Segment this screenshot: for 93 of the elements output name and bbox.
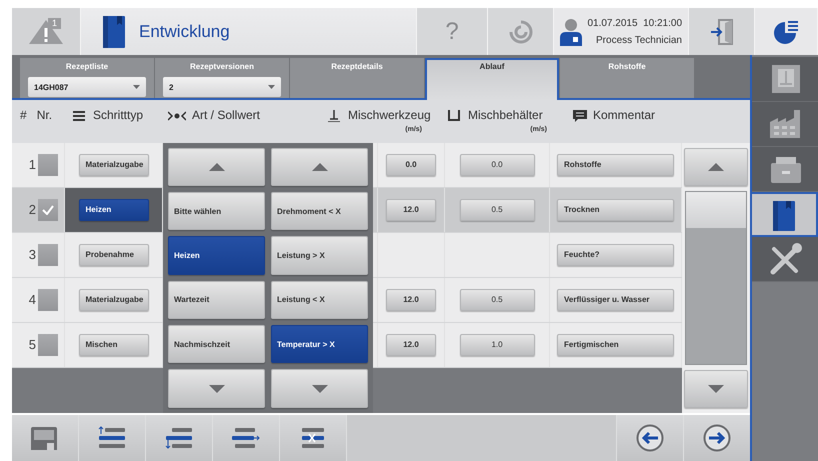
option-button[interactable]: Leistung < X xyxy=(271,280,368,320)
tab[interactable]: Ablauf xyxy=(425,58,559,100)
column-header: Mischwerkzeug xyxy=(348,108,431,122)
comment-field[interactable]: Rohstoffe xyxy=(557,154,674,176)
comment-field[interactable]: Verflüssiger u. Wasser xyxy=(557,288,674,311)
insert-below-icon xyxy=(164,426,194,450)
insert-above-icon xyxy=(97,426,127,450)
row-number: 1 xyxy=(28,157,36,172)
down-arrow-icon xyxy=(312,384,328,393)
type-icon xyxy=(73,110,87,122)
step-type-button[interactable]: Materialzugabe xyxy=(78,288,148,311)
column-header: Mischbehälter xyxy=(468,108,543,122)
up-arrow-icon xyxy=(312,162,328,171)
row-number: 4 xyxy=(28,292,36,308)
row-number: 5 xyxy=(28,337,36,352)
dropdown[interactable]: 2 xyxy=(163,77,281,97)
tab[interactable]: Rezeptversionen 2 xyxy=(155,58,289,98)
comment-icon xyxy=(573,110,587,122)
tool-speed-field[interactable]: 12.0 xyxy=(386,198,436,221)
column-header: Nr. xyxy=(36,108,52,122)
step-type-button[interactable]: Heizen xyxy=(78,198,148,221)
step-type-button[interactable]: Materialzugabe xyxy=(78,154,148,176)
option-button[interactable]: Bitte wählen xyxy=(168,192,265,230)
column-header: Schritttyp xyxy=(93,108,144,122)
nav-item[interactable] xyxy=(752,57,818,102)
scroll-up-button[interactable] xyxy=(168,148,265,186)
checkbox[interactable] xyxy=(38,154,58,176)
user-role: Process Technician xyxy=(596,34,682,46)
back-button[interactable] xyxy=(616,415,683,461)
row-number: 3 xyxy=(28,247,36,262)
save-icon xyxy=(30,426,60,450)
checkbox[interactable] xyxy=(38,244,58,266)
scroll-up-button[interactable] xyxy=(684,148,748,186)
insert-above-button[interactable] xyxy=(79,415,146,461)
move-right-icon xyxy=(231,426,261,450)
forward-button[interactable] xyxy=(683,415,750,461)
row-number: 2 xyxy=(28,202,36,218)
scrollbar-thumb[interactable] xyxy=(686,192,746,228)
tab[interactable]: Rezeptliste 14GH087 xyxy=(20,58,154,98)
column-header: Kommentar xyxy=(593,108,656,122)
tools-icon xyxy=(768,243,802,275)
caret-icon xyxy=(268,85,275,89)
vessel-speed-field[interactable]: 0.5 xyxy=(460,198,534,221)
hash-symbol: # xyxy=(20,108,27,122)
factory-icon xyxy=(768,108,802,140)
scroll-down-button[interactable] xyxy=(684,370,748,408)
chart-logo-icon[interactable] xyxy=(773,18,799,44)
checkbox[interactable] xyxy=(38,198,58,221)
checkbox[interactable] xyxy=(38,288,58,311)
date-time: 01.07.2015 10:21:00 xyxy=(587,18,682,28)
tool-speed-field[interactable]: 12.0 xyxy=(386,334,436,356)
option-button[interactable]: Leistung > X xyxy=(271,236,368,275)
option-button[interactable]: Drehmoment < X xyxy=(271,192,368,230)
column-header: Art / Sollwert xyxy=(192,108,260,122)
user-icon xyxy=(560,18,582,46)
comment-field[interactable]: Trocknen xyxy=(557,198,674,221)
save-button[interactable] xyxy=(12,415,79,461)
screen-title: Entwicklung xyxy=(139,22,230,42)
down-arrow-icon xyxy=(208,384,224,393)
nav-item[interactable] xyxy=(752,147,818,192)
step-type-button[interactable]: Probenahme xyxy=(78,244,148,266)
check-icon xyxy=(42,204,54,215)
insert-below-button[interactable] xyxy=(146,415,213,461)
caret-icon xyxy=(133,85,140,89)
checkbox[interactable] xyxy=(38,334,58,356)
vessel-speed-field[interactable]: 1.0 xyxy=(460,334,534,356)
nav-item[interactable] xyxy=(752,102,818,147)
logout-icon[interactable] xyxy=(710,18,734,44)
move-right-button[interactable] xyxy=(213,415,280,461)
up-arrow-icon xyxy=(208,162,224,171)
dropdown[interactable]: 14GH087 xyxy=(28,77,146,97)
tool-speed-field[interactable]: 0.0 xyxy=(386,154,436,176)
tool-speed-field[interactable]: 12.0 xyxy=(386,288,436,311)
vessel-icon xyxy=(448,110,462,122)
option-button[interactable]: Wartezeit xyxy=(168,280,265,320)
up-arrow-icon xyxy=(708,162,724,171)
nav-item[interactable] xyxy=(752,237,818,282)
scroll-up-button[interactable] xyxy=(271,148,368,186)
tool-icon xyxy=(328,110,342,122)
mode-icon xyxy=(168,110,186,122)
book-icon xyxy=(103,16,125,48)
nav-item[interactable] xyxy=(752,192,818,237)
alarm-count: 1 xyxy=(48,18,62,29)
comment-field[interactable]: Feuchte? xyxy=(557,244,674,266)
step-type-button[interactable]: Mischen xyxy=(78,334,148,356)
delete-row-button[interactable] xyxy=(280,415,347,461)
down-arrow-icon xyxy=(708,385,724,394)
option-button[interactable]: Temperatur > X xyxy=(271,325,368,364)
comment-field[interactable]: Fertigmischen xyxy=(557,334,674,356)
option-button[interactable]: Heizen xyxy=(168,236,265,275)
vessel-speed-field[interactable]: 0.0 xyxy=(460,154,534,176)
vessel-speed-field[interactable]: 0.5 xyxy=(460,288,534,311)
option-button[interactable]: Nachmischzeit xyxy=(168,325,265,364)
